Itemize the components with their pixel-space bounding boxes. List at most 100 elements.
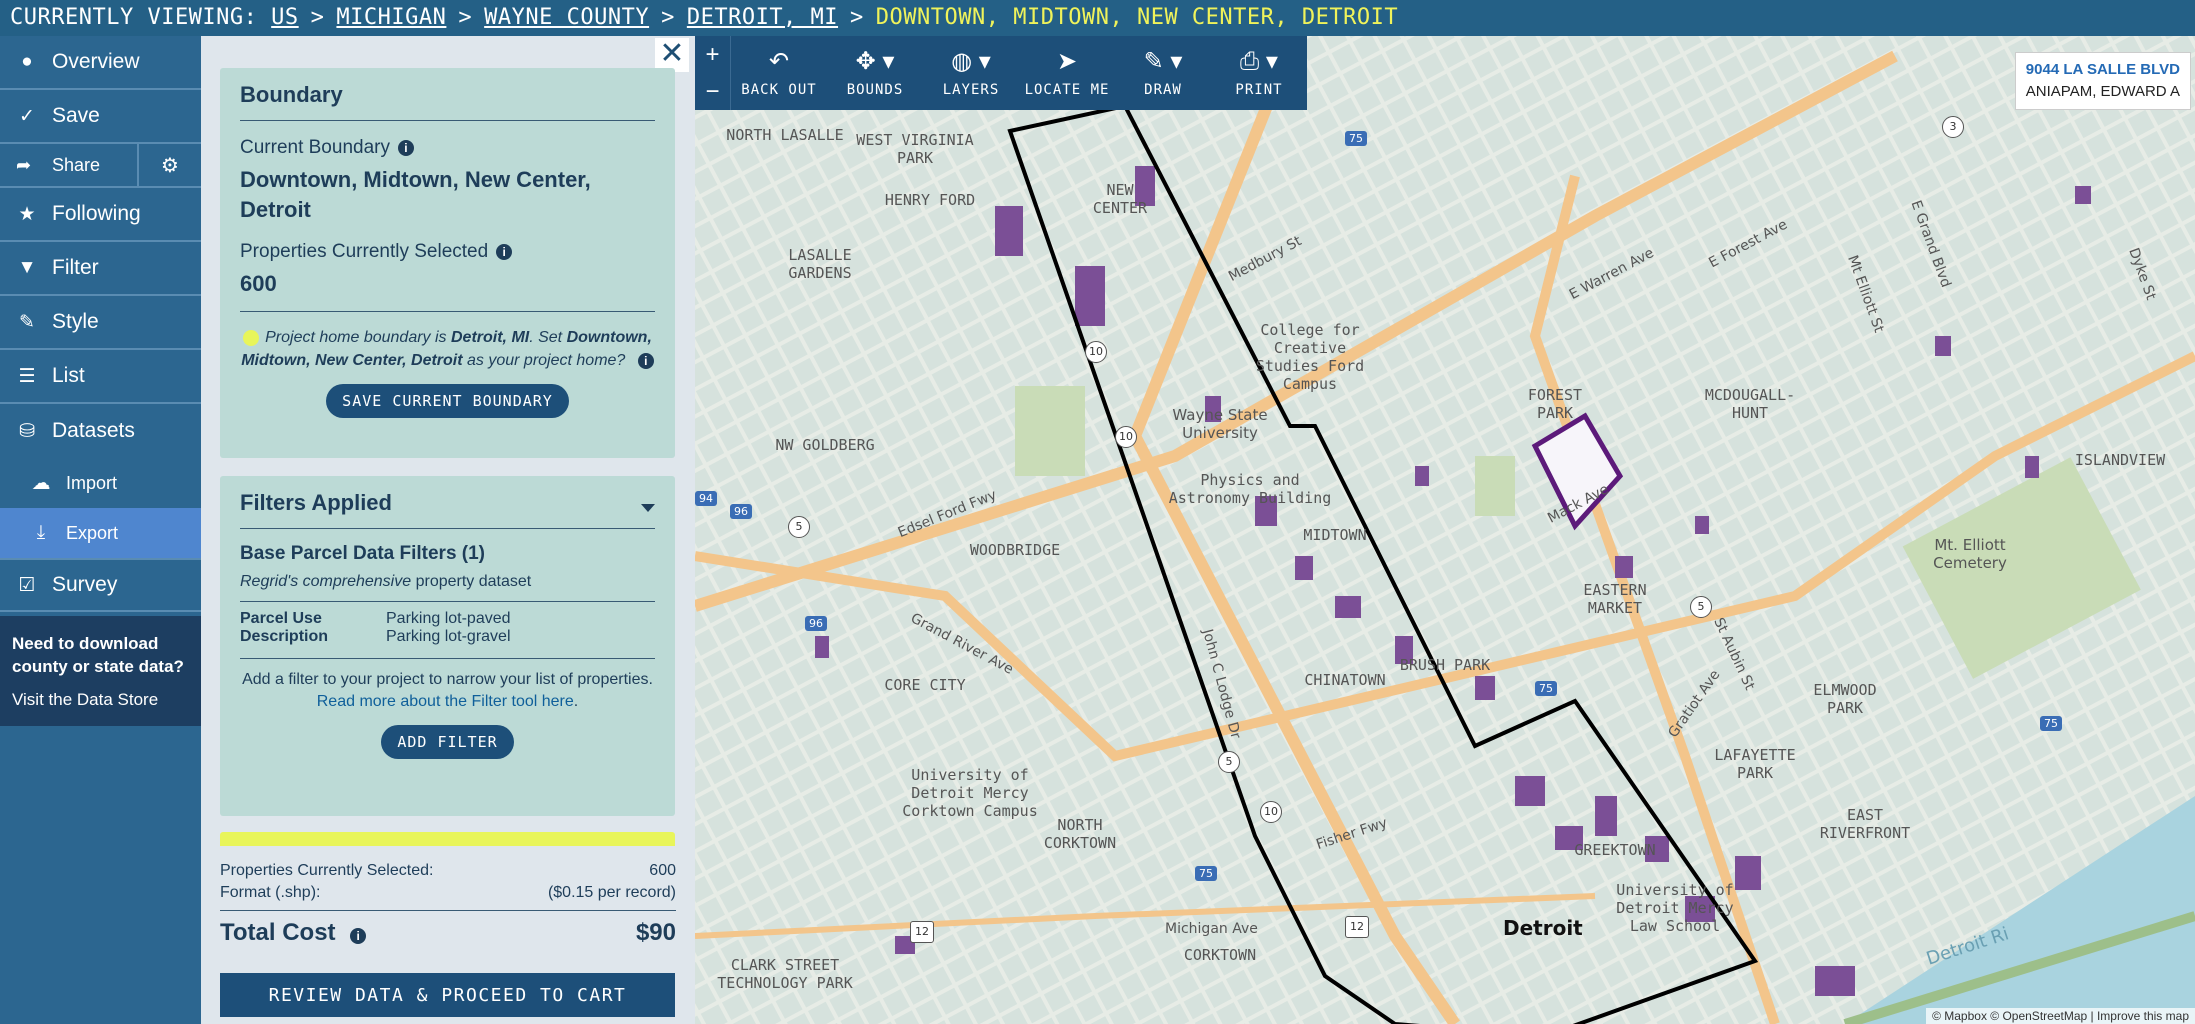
minus-icon: − [705, 77, 720, 105]
data-store-promo: Need to download county or state data? V… [0, 616, 201, 726]
summary-format-row: Format (.shp): ($0.15 per record) [220, 882, 676, 904]
share-settings-button[interactable]: ⚙ [139, 144, 201, 186]
parcel-address-tooltip[interactable]: 9044 LA SALLE BLVD ANIAPAM, EDWARD A [2014, 52, 2191, 110]
proceed-to-cart-button[interactable]: REVIEW DATA & PROCEED TO CART [220, 973, 675, 1017]
parcel [1515, 776, 1545, 806]
info-icon[interactable]: i [350, 928, 367, 944]
sidebar-item-label: Filter [52, 256, 99, 279]
funnel-icon: ▼ [17, 257, 37, 278]
project-home-note: Project home boundary is Detroit, MI. Se… [240, 326, 655, 372]
park [1015, 386, 1085, 476]
selected-count-label-text: Properties Currently Selected [240, 241, 489, 262]
selected-count-value: 600 [240, 271, 277, 296]
summary-format-label: Format (.shp): [220, 884, 321, 901]
layers-button[interactable]: ◍ ▾ LAYERS [923, 36, 1019, 110]
info-icon[interactable]: i [637, 353, 654, 369]
sidebar-item-survey[interactable]: ☑ Survey [0, 558, 201, 612]
breadcrumb-bar: CURRENTLY VIEWING: US > MICHIGAN > WAYNE COU… [0, 0, 2195, 36]
sidebar-item-label: Survey [52, 573, 118, 596]
chevron-down-icon[interactable] [641, 504, 655, 512]
draw-button[interactable]: ✎ ▾ DRAW [1115, 36, 1211, 110]
tool-label: BOUNDS [846, 82, 904, 98]
gear-icon: ⚙ [161, 154, 179, 177]
breadcrumb-separator: > [850, 5, 864, 30]
plus-icon: + [705, 40, 720, 68]
print-button[interactable]: ⎙ ▾ PRINT [1211, 36, 1307, 110]
total-cost-row: Total Cost i $90 [220, 919, 676, 947]
zoom-out-button[interactable]: − [695, 73, 730, 110]
parcel [1695, 516, 1709, 534]
boundary-card: Boundary Current Boundary i Downtown, Mi… [220, 68, 675, 458]
back-out-button[interactable]: ↶ BACK OUT [731, 36, 827, 110]
breadcrumb-separator: > [458, 5, 473, 30]
current-boundary-value: Downtown, Midtown, New Center, Detroit [240, 167, 591, 222]
sidebar-item-list[interactable]: ☰ List [0, 350, 201, 404]
tool-label: BACK OUT [741, 82, 817, 98]
sidebar-item-filter[interactable]: ▼ Filter [0, 242, 201, 296]
paintbrush-icon: ✎ [19, 311, 35, 333]
sidebar-item-style[interactable]: ✎ Style [0, 296, 201, 350]
filter-help-link[interactable]: Read more about the Filter tool here [317, 693, 574, 710]
info-icon[interactable]: i [397, 140, 414, 156]
sidebar-item-following[interactable]: ★ Following [0, 188, 201, 242]
checkmark-icon: ✓ [19, 105, 35, 127]
data-store-link[interactable]: Visit the Data Store [12, 690, 189, 710]
bounds-button[interactable]: ✥ ▾ BOUNDS [827, 36, 923, 110]
filter-group-subtitle: Regrid's comprehensive property dataset [240, 573, 655, 602]
breadcrumb-link-michigan[interactable]: MICHIGAN [336, 5, 446, 30]
add-filter-button[interactable]: ADD FILTER [381, 725, 514, 759]
total-cost-label-text: Total Cost [220, 919, 336, 946]
checkout-summary: Properties Currently Selected: 600 Forma… [201, 846, 695, 1024]
pencil-icon: ✎ ▾ [1143, 48, 1183, 75]
current-boundary-label: Current Boundary i [240, 137, 655, 159]
filter-help-text: Add a filter to your project to narrow y… [242, 671, 653, 688]
printer-icon: ⎙ ▾ [1240, 48, 1278, 75]
parcel [1075, 266, 1105, 326]
map-toolbar: + − ↶ BACK OUT ✥ ▾ BOUNDS ◍ ▾ LAYERS ➤ L… [695, 36, 1307, 110]
sidebar-item-export[interactable]: ⤓ Export [0, 508, 201, 558]
sidebar-item-overview[interactable]: ● Overview [0, 36, 201, 90]
map-attribution[interactable]: © Mapbox © OpenStreetMap | Improve this … [1926, 1008, 2195, 1024]
parcel [1415, 466, 1429, 486]
map-canvas[interactable]: NORTH LASALLE WEST VIRGINIA PARK HENRY F… [695, 36, 2195, 1024]
info-icon[interactable]: i [496, 244, 513, 260]
summary-selected-value: 600 [649, 862, 676, 879]
tool-label: DRAW [1144, 82, 1182, 98]
total-cost-value: $90 [635, 919, 676, 946]
parcel [1395, 636, 1413, 664]
tool-label: PRINT [1235, 82, 1283, 98]
zoom-in-button[interactable]: + [695, 36, 730, 73]
sidebar-item-save[interactable]: ✓ Save [0, 90, 201, 144]
locate-me-button[interactable]: ➤ LOCATE ME [1019, 36, 1115, 110]
share-row: ➦ Share ⚙ [0, 144, 201, 188]
summary-format-value: ($0.15 per record) [547, 884, 676, 901]
sidebar-item-datasets[interactable]: ⛁ Datasets [0, 404, 201, 458]
note-text: Project home boundary is [265, 329, 447, 346]
breadcrumb-link-detroit[interactable]: DETROIT, MI [687, 5, 838, 30]
sidebar-item-import[interactable]: ☁ Import [0, 458, 201, 508]
promo-question: Need to download county or state data? [12, 634, 184, 676]
sidebar-item-label: Export [66, 522, 119, 543]
sidebar-item-share[interactable]: ➦ Share [0, 144, 139, 186]
breadcrumb-link-us[interactable]: US [271, 5, 299, 30]
filter-group-subtitle-text: Regrid's comprehensive [240, 573, 412, 590]
parcel [1295, 556, 1313, 580]
save-current-boundary-button[interactable]: SAVE CURRENT BOUNDARY [326, 384, 569, 418]
parcel [1815, 966, 1855, 996]
sidebar-item-label: Datasets [52, 419, 135, 442]
filter-group-title: Base Parcel Data Filters (1) [240, 543, 486, 564]
breadcrumb-link-wayne-county[interactable]: WAYNE COUNTY [484, 5, 649, 30]
filter-row: Parcel Use Description Parking lot-paved… [240, 610, 655, 646]
total-cost-label: Total Cost i [220, 919, 367, 947]
close-panel-button[interactable]: ✕ [655, 38, 689, 72]
filter-values: Parking lot-paved Parking lot-gravel [386, 610, 655, 646]
filters-card: Filters Applied Base Parcel Data Filters… [220, 476, 675, 816]
divider [240, 311, 655, 312]
parcel [1135, 166, 1155, 206]
puzzle-icon: ✥ ▾ [855, 48, 895, 75]
park [1475, 456, 1515, 516]
sidebar-item-label: List [52, 364, 85, 387]
tool-label: LOCATE ME [1024, 82, 1110, 98]
sidebar-item-label: Following [52, 202, 141, 225]
globe-icon: ◍ ▾ [951, 48, 991, 75]
